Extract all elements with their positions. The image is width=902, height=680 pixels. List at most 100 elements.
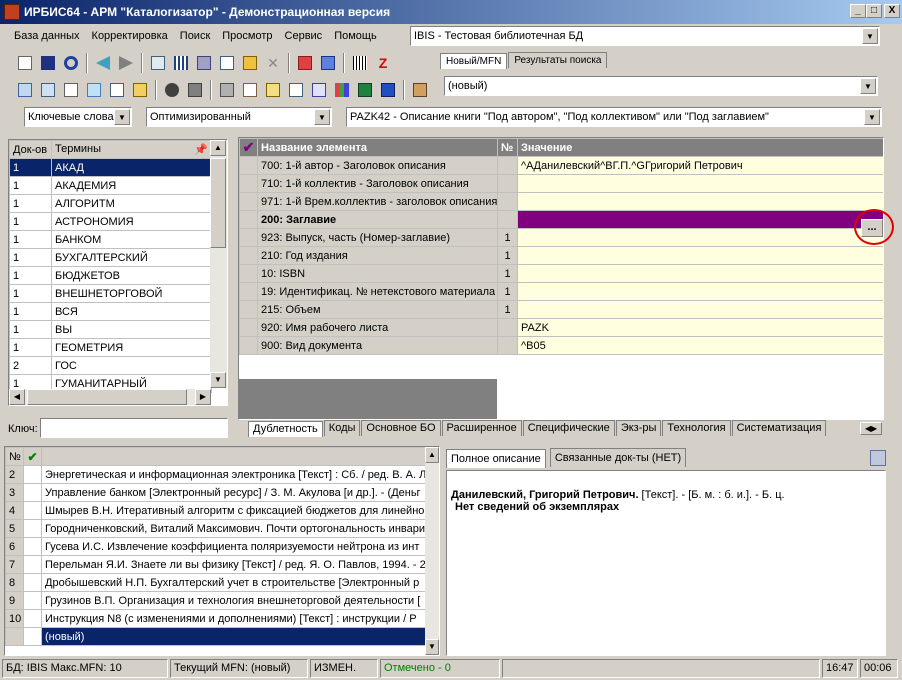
maximize-button[interactable]: □ (866, 4, 882, 18)
tool-14-button[interactable] (331, 79, 353, 101)
terms-row[interactable]: 1 АЛГОРИТМ (9, 194, 212, 213)
record-mark[interactable] (23, 555, 42, 574)
record-mark[interactable] (23, 519, 42, 538)
record-row[interactable]: 2 Энергетическая и информационная электро… (5, 465, 426, 484)
tool-9-button[interactable] (216, 79, 238, 101)
field-value[interactable] (517, 210, 883, 229)
field-row[interactable]: 710: 1-й коллектив - Заголовок описания (239, 174, 883, 193)
record-mark[interactable] (23, 573, 42, 592)
field-value[interactable] (517, 264, 883, 283)
field-row[interactable]: 19: Идентификац. № нетекстового материал… (239, 282, 883, 301)
terms-vscroll[interactable]: ▲ ▼ (210, 140, 227, 388)
tool-17-button[interactable] (409, 79, 431, 101)
menu-edit[interactable]: Корректировка (86, 26, 174, 46)
tab-search-results[interactable]: Результаты поиска (508, 52, 608, 68)
search-mode-select[interactable]: Ключевые слова ▼ (24, 107, 132, 127)
scroll-up-icon[interactable]: ▲ (210, 140, 226, 156)
tool-15-button[interactable] (354, 79, 376, 101)
chevron-down-icon[interactable]: ▼ (860, 78, 876, 94)
field-value[interactable] (517, 246, 883, 265)
tool-10-button[interactable] (239, 79, 261, 101)
field-row[interactable]: 215: Объем 1 (239, 300, 883, 319)
menu-help[interactable]: Помощь (328, 26, 383, 46)
scroll-down-icon[interactable]: ▼ (210, 372, 226, 388)
record-mark[interactable] (23, 591, 42, 610)
tool-5-button[interactable] (106, 79, 128, 101)
tool-1-button[interactable] (14, 79, 36, 101)
terms-row[interactable]: 2 ГОС (9, 356, 212, 375)
tab-copies[interactable]: Экз-ры (615, 420, 662, 436)
new-record-button[interactable] (14, 52, 36, 74)
undo-button[interactable] (60, 52, 82, 74)
chevron-down-icon[interactable]: ▼ (114, 109, 130, 125)
copy-record-button[interactable] (147, 52, 169, 74)
terms-row[interactable]: 1 АКАДЕМИЯ (9, 176, 212, 195)
chevron-down-icon[interactable]: ▼ (862, 28, 878, 44)
menu-database[interactable]: База данных (8, 26, 86, 46)
tool-6-button[interactable] (129, 79, 151, 101)
field-row[interactable]: 700: 1-й автор - Заголовок описания ^AДан… (239, 156, 883, 175)
record-row[interactable]: 4 Шмырев В.Н. Итеративный алгоритм с фикс… (5, 501, 426, 520)
scroll-up-icon[interactable]: ▲ (425, 447, 439, 463)
records-vscroll[interactable]: ▲ ▼ (425, 447, 439, 655)
terms-row[interactable]: 1 ВНЕШНЕТОРГОВОЙ (9, 284, 212, 303)
database-select[interactable]: IBIS - Тестовая библиотечная БД ▼ (410, 26, 880, 46)
tool-2-button[interactable] (37, 79, 59, 101)
tab-systematization[interactable]: Систематизация (731, 420, 827, 436)
record-mark[interactable] (23, 609, 42, 628)
terms-row[interactable]: 1 АСТРОНОМИЯ (9, 212, 212, 231)
field-value[interactable] (517, 228, 883, 247)
tool-3-button[interactable] (60, 79, 82, 101)
delete-button[interactable]: ✕ (262, 52, 284, 74)
field-row[interactable]: 971: 1-й Врем.коллектив - заголовок опис… (239, 192, 883, 211)
minimize-button[interactable]: _ (850, 4, 866, 18)
grid-button[interactable] (170, 52, 192, 74)
terms-row[interactable]: 1 АКАД (9, 158, 212, 177)
terms-row[interactable]: 1 БЮДЖЕТОВ (9, 266, 212, 285)
chevron-down-icon[interactable]: ▼ (864, 109, 880, 125)
app-icon[interactable] (4, 4, 20, 20)
record-mark[interactable] (23, 627, 42, 646)
scroll-right-icon[interactable]: ▶ (195, 389, 211, 405)
field-row[interactable]: 210: Год издания 1 (239, 246, 883, 265)
scroll-down-icon[interactable]: ▼ (425, 639, 439, 655)
record-row[interactable]: 8 Дробышевский Н.П. Бухгалтерский учет в … (5, 573, 426, 592)
scan-button[interactable] (349, 52, 371, 74)
duplicate-button[interactable] (193, 52, 215, 74)
tab-duplicates[interactable]: Дублетность (248, 421, 323, 437)
prev-record-button[interactable] (92, 52, 114, 74)
terms-row[interactable]: 1 ГЕОМЕТРИЯ (9, 338, 212, 357)
field-row[interactable]: 923: Выпуск, часть (Номер-заглавие) 1 (239, 228, 883, 247)
record-row[interactable]: 3 Управление банком [Электронный ресурс] … (5, 483, 426, 502)
tab-codes[interactable]: Коды (323, 420, 361, 436)
scroll-thumb[interactable] (210, 158, 226, 248)
copy2-button[interactable] (216, 52, 238, 74)
worksheet-select[interactable]: PAZK42 - Описание книги "Под автором", "… (346, 107, 882, 127)
import-button[interactable] (294, 52, 316, 74)
terms-row[interactable]: 1 БУХГАЛТЕРСКИЙ (9, 248, 212, 267)
tool-4-button[interactable] (83, 79, 105, 101)
z3950-button[interactable]: Z (372, 52, 394, 74)
record-row[interactable]: 10 Инструкция N8 (с изменениями и дополне… (5, 609, 426, 628)
record-mark[interactable] (23, 465, 42, 484)
tool-13-button[interactable] (308, 79, 330, 101)
menu-view[interactable]: Просмотр (216, 26, 278, 46)
record-mark[interactable] (23, 537, 42, 556)
tab-extended[interactable]: Расширенное (441, 420, 522, 436)
record-select[interactable]: (новый) ▼ (444, 76, 878, 96)
field-row[interactable]: 10: ISBN 1 (239, 264, 883, 283)
edit-button[interactable] (239, 52, 261, 74)
tool-8-button[interactable] (184, 79, 206, 101)
menu-search[interactable]: Поиск (174, 26, 216, 46)
record-mark[interactable] (23, 483, 42, 502)
tab-scroll-arrows-icon[interactable]: ◀▶ (860, 422, 882, 435)
field-value[interactable] (517, 282, 883, 301)
field-value[interactable]: PAZK (517, 318, 883, 337)
save-button[interactable] (37, 52, 59, 74)
field-row[interactable]: 920: Имя рабочего листа PAZK (239, 318, 883, 337)
menu-service[interactable]: Сервис (279, 26, 329, 46)
terms-row[interactable]: 1 ВСЯ (9, 302, 212, 321)
close-button[interactable]: X (884, 4, 900, 18)
key-input[interactable] (40, 418, 228, 438)
hscroll-thumb[interactable] (27, 389, 187, 405)
